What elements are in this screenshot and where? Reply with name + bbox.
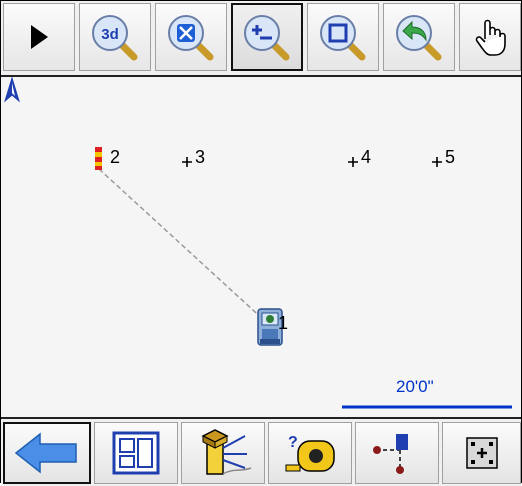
pan-hand-icon	[475, 19, 506, 56]
play-icon	[31, 25, 48, 49]
backsight-line	[98, 168, 267, 323]
zoom-extents-icon	[168, 15, 214, 61]
point-label-3: 3	[195, 147, 206, 167]
view-3d-icon: 3d	[92, 15, 138, 61]
zoom-in-out-button[interactable]	[231, 3, 303, 71]
point-label-1: 1	[278, 313, 289, 333]
zoom-window-icon	[320, 15, 366, 61]
stakeout-icon	[201, 429, 252, 475]
point-3-cross-icon[interactable]	[182, 157, 192, 167]
cogo-point-icon	[373, 434, 408, 474]
svg-text:3d: 3d	[101, 26, 119, 43]
zoom-previous-icon	[396, 15, 442, 61]
zoom-in-out-icon	[244, 15, 290, 61]
top-toolbar: 3d	[1, 1, 521, 77]
north-arrow-icon	[4, 77, 20, 103]
back-arrow-icon	[14, 432, 77, 474]
zoom-extents-button[interactable]	[155, 3, 227, 71]
cogo-point-button[interactable]	[355, 422, 439, 484]
map-view[interactable]: 2 3 4 5 1 20'0"	[4, 77, 518, 415]
point-options-icon	[465, 437, 498, 469]
map-layers-icon	[112, 431, 160, 475]
back-button[interactable]	[3, 422, 91, 484]
point-4-cross-icon[interactable]	[348, 157, 358, 167]
measure-button[interactable]: ?	[268, 422, 352, 484]
stakeout-button[interactable]	[181, 422, 265, 484]
map-canvas	[95, 147, 512, 409]
view-3d-button[interactable]: 3d	[79, 3, 151, 71]
point-label-5: 5	[445, 147, 456, 167]
point-5-cross-icon[interactable]	[432, 157, 442, 167]
pan-button[interactable]	[459, 3, 521, 71]
bottom-toolbar: ?	[1, 417, 521, 486]
point-label-2: 2	[110, 147, 121, 167]
zoom-previous-button[interactable]	[383, 3, 455, 71]
measure-tape-icon: ?	[285, 434, 335, 472]
backsight-target-icon[interactable]	[95, 147, 102, 170]
svg-text:?: ?	[288, 434, 298, 451]
zoom-window-button[interactable]	[307, 3, 379, 71]
scale-bar-label: 20'0"	[396, 377, 434, 396]
point-options-button[interactable]	[442, 422, 521, 484]
point-label-4: 4	[361, 147, 372, 167]
app-frame: 3d 2 3 4 5 1 20'0" ?	[0, 0, 522, 486]
play-button[interactable]	[3, 3, 75, 71]
map-layers-button[interactable]	[94, 422, 178, 484]
